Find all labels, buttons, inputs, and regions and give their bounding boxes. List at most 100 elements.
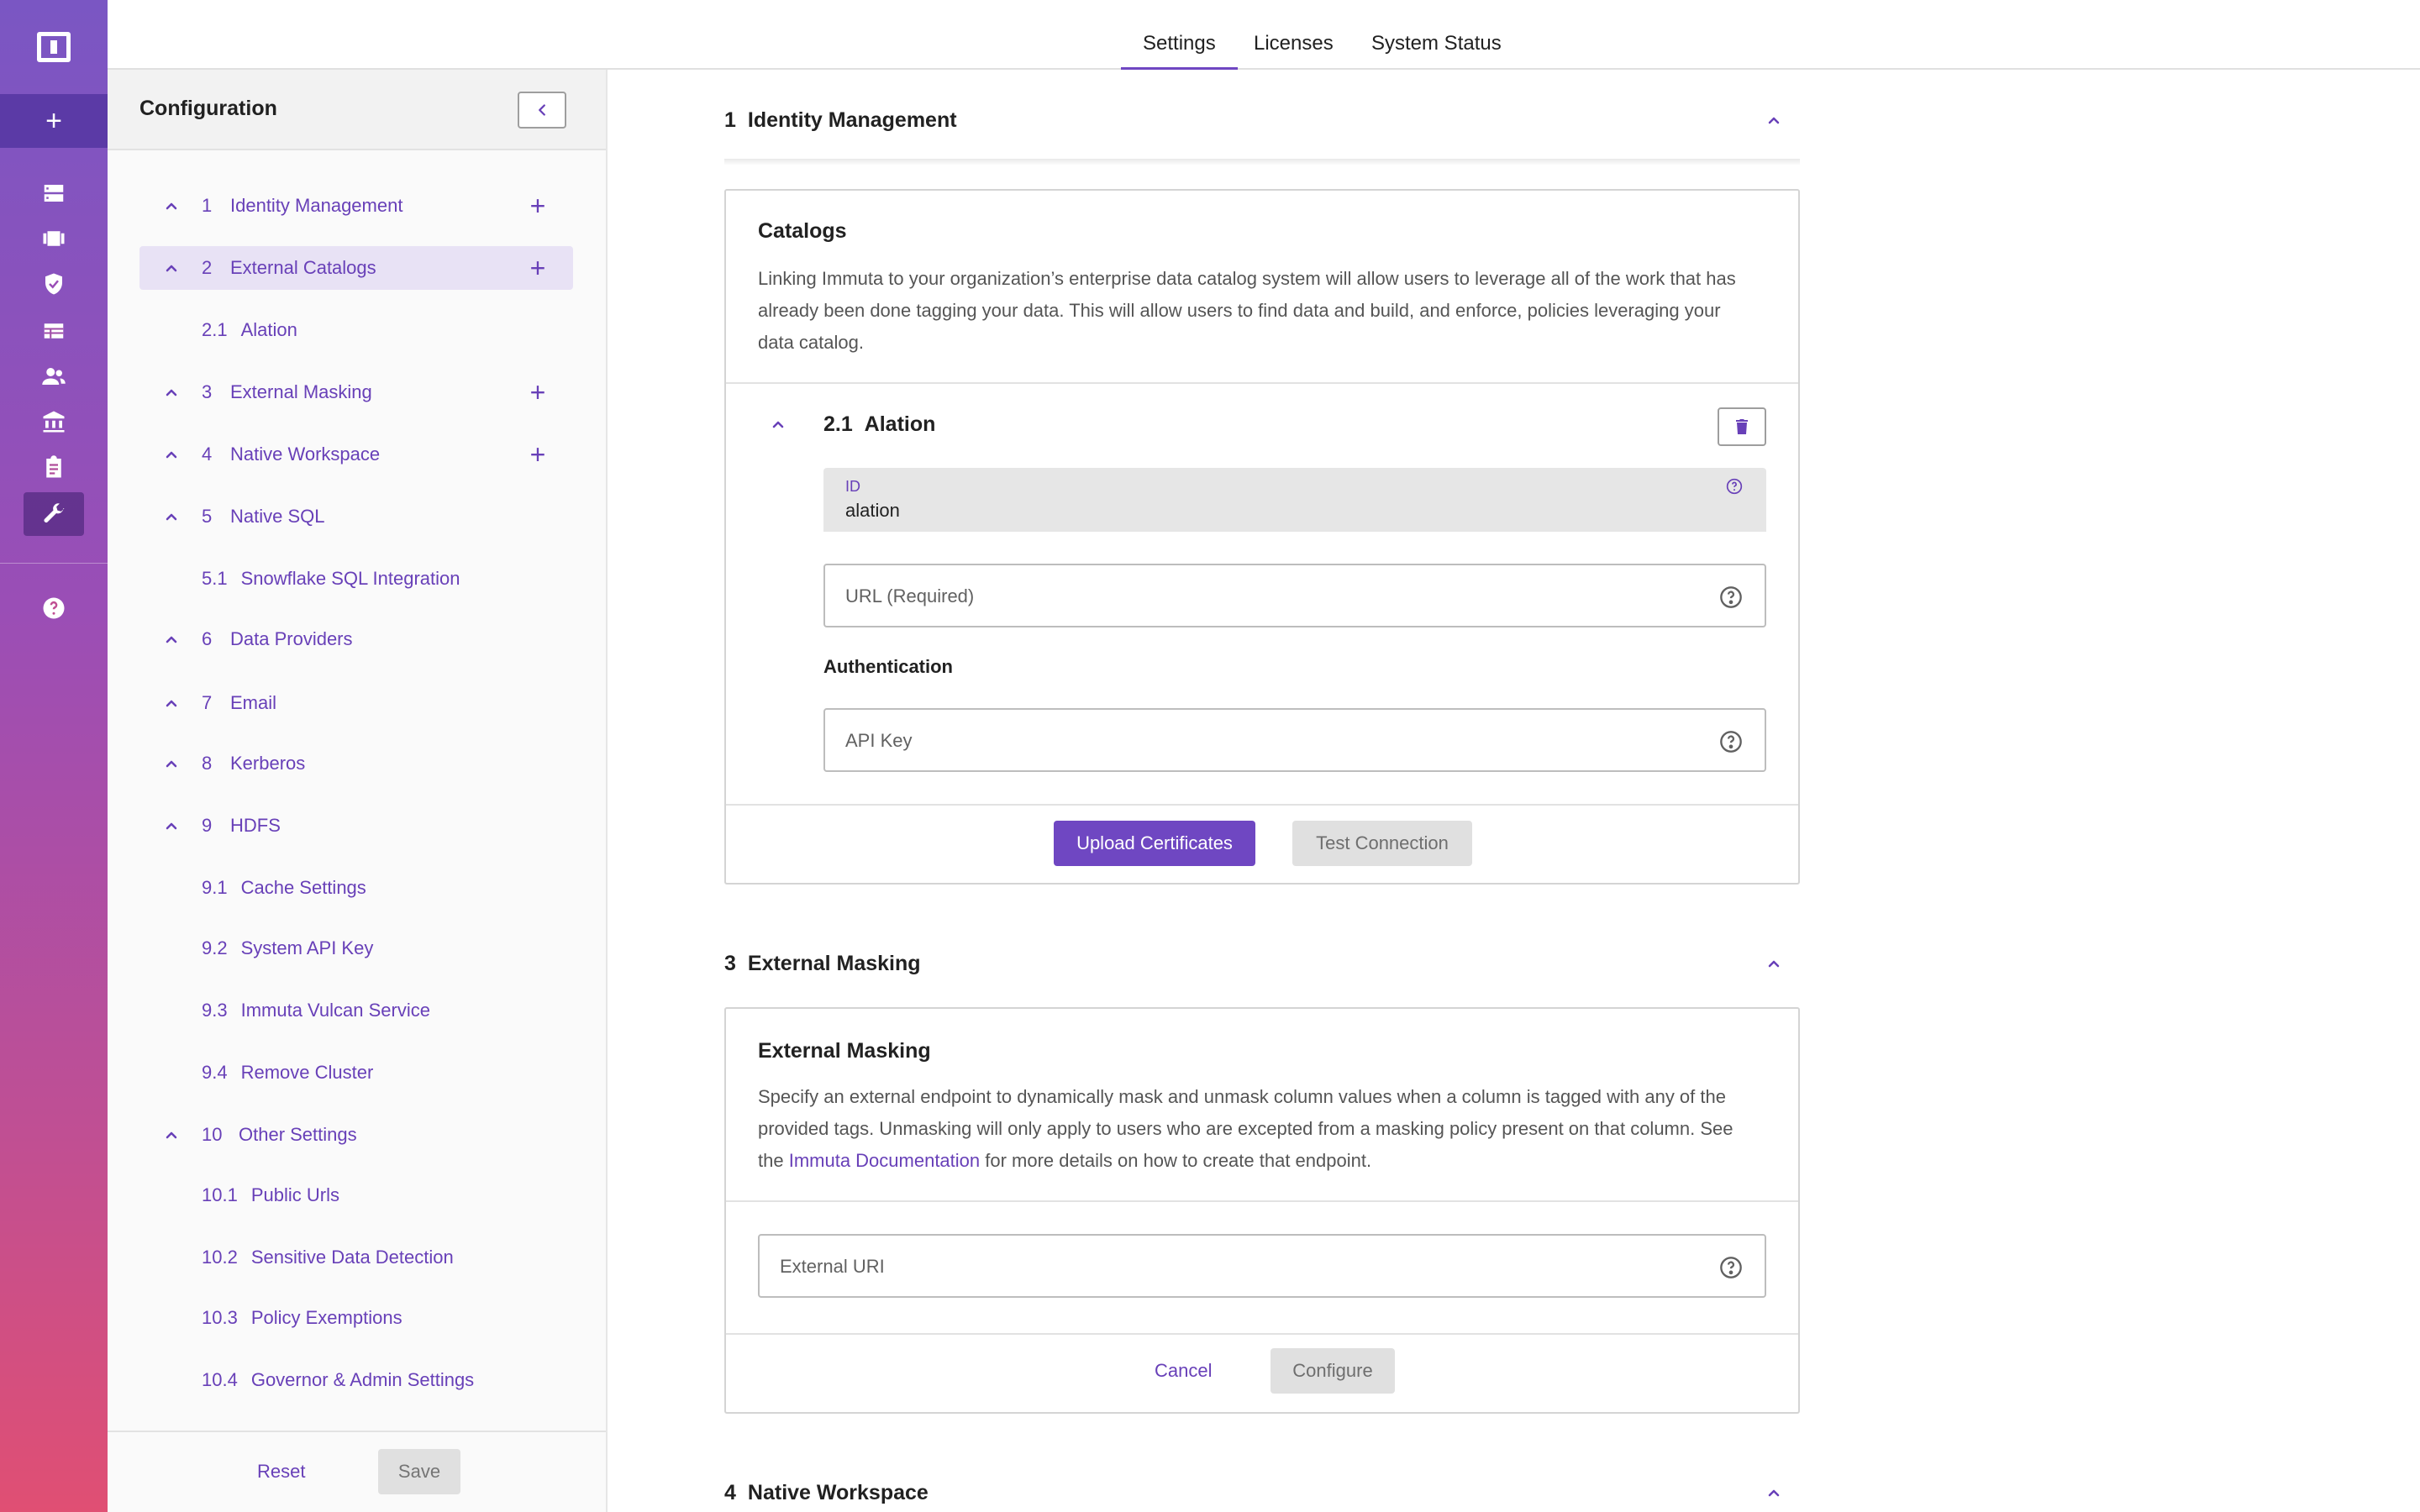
nav-item-other-settings[interactable]: 10 Other Settings — [139, 1113, 573, 1157]
servers-icon[interactable] — [37, 176, 71, 210]
nav-item-label: Email — [230, 692, 277, 713]
section-title: 1 Identity Management — [724, 108, 957, 133]
nav-subitem-cache-settings[interactable]: 9.1 Cache Settings — [202, 866, 366, 910]
nav-subitem-number: 9.4 — [202, 1062, 228, 1083]
section-identity-management-header[interactable]: 1 Identity Management — [724, 95, 1800, 145]
external-uri-field[interactable]: External URI — [758, 1234, 1766, 1298]
immuta-documentation-link[interactable]: Immuta Documentation — [789, 1150, 980, 1171]
section-native-workspace-header[interactable]: 4 Native Workspace — [724, 1467, 1800, 1512]
nav-item-email[interactable]: 7 Email — [139, 681, 573, 725]
id-field-value: alation — [845, 500, 900, 521]
section-shadow — [724, 159, 1800, 165]
audit-icon[interactable] — [37, 450, 71, 484]
collapse-panel-button[interactable] — [518, 92, 566, 129]
chevron-up-icon[interactable] — [161, 258, 182, 278]
save-button[interactable]: Save — [378, 1449, 460, 1494]
rail-divider — [0, 563, 108, 564]
add-icon[interactable]: + — [524, 377, 551, 407]
nav-subitem-number: 9.3 — [202, 1000, 228, 1021]
top-tab-bar: Settings Licenses System Status — [108, 0, 2420, 70]
api-key-field[interactable]: API Key — [823, 708, 1766, 772]
chevron-up-icon[interactable] — [1764, 1483, 1784, 1503]
nav-item-label: Data Providers — [230, 628, 353, 649]
nav-subitem-system-api-key[interactable]: 9.2 System API Key — [202, 927, 373, 970]
people-icon[interactable] — [37, 360, 71, 393]
tab-system-status[interactable]: System Status — [1371, 32, 1502, 55]
data-sources-icon[interactable] — [37, 314, 71, 348]
nav-item-identity-management[interactable]: 1 Identity Management + — [139, 184, 573, 228]
url-field[interactable]: URL (Required) — [823, 564, 1766, 627]
chevron-up-icon[interactable] — [161, 196, 182, 216]
policies-icon[interactable] — [37, 267, 71, 301]
nav-item-data-providers[interactable]: 6 Data Providers — [139, 617, 573, 661]
configure-button[interactable]: Configure — [1270, 1348, 1395, 1394]
chevron-up-icon[interactable] — [161, 507, 182, 527]
section-external-masking-header[interactable]: 3 External Masking — [724, 938, 1800, 989]
delete-button[interactable] — [1718, 407, 1766, 446]
id-field[interactable]: ID alation — [823, 468, 1766, 532]
subsection-title: 2.1 Alation — [823, 412, 935, 437]
catalogs-card: Catalogs Linking Immuta to your organiza… — [724, 189, 1800, 885]
projects-icon[interactable] — [37, 222, 71, 255]
chevron-up-icon[interactable] — [161, 1125, 182, 1145]
divider — [726, 1200, 1798, 1202]
help-circle-icon[interactable] — [1719, 1256, 1743, 1279]
nav-item-number: 5 — [202, 506, 213, 527]
card-title: External Masking — [758, 1039, 931, 1063]
add-icon[interactable]: + — [524, 191, 551, 221]
help-icon[interactable] — [37, 591, 71, 625]
nav-item-kerberos[interactable]: 8 Kerberos — [139, 742, 573, 785]
nav-item-number: 3 — [202, 381, 213, 402]
divider — [726, 382, 1798, 384]
chevron-up-icon[interactable] — [161, 753, 182, 774]
nav-item-native-sql[interactable]: 5 Native SQL — [139, 495, 573, 538]
chevron-up-icon[interactable] — [161, 816, 182, 836]
tab-licenses[interactable]: Licenses — [1254, 32, 1334, 55]
nav-subitem-alation[interactable]: 2.1 Alation — [202, 308, 297, 352]
nav-subitem-number: 9.1 — [202, 877, 228, 898]
nav-item-hdfs[interactable]: 9 HDFS — [139, 804, 573, 848]
nav-subitem-immuta-vulcan-service[interactable]: 9.3 Immuta Vulcan Service — [202, 989, 430, 1032]
chevron-up-icon[interactable] — [161, 629, 182, 649]
help-circle-icon[interactable] — [1719, 730, 1743, 753]
nav-subitem-number: 10.3 — [202, 1307, 238, 1328]
nav-subitem-policy-exemptions[interactable]: 10.3 Policy Exemptions — [202, 1296, 402, 1340]
section-title: 4 Native Workspace — [724, 1481, 929, 1505]
nav-subitem-governor-admin-settings[interactable]: 10.4 Governor & Admin Settings — [202, 1358, 474, 1402]
chevron-up-icon[interactable] — [768, 414, 788, 434]
chevron-up-icon[interactable] — [161, 444, 182, 465]
governance-icon[interactable] — [37, 405, 71, 438]
help-circle-icon[interactable] — [1726, 478, 1743, 495]
nav-subitem-number: 10.4 — [202, 1369, 238, 1390]
nav-item-external-masking[interactable]: 3 External Masking + — [139, 370, 573, 414]
nav-item-label: HDFS — [230, 815, 281, 836]
upload-certificates-button[interactable]: Upload Certificates — [1054, 821, 1255, 866]
nav-subitem-number: 9.2 — [202, 937, 228, 958]
settings-wrench-icon[interactable] — [37, 497, 71, 531]
nav-subitem-remove-cluster[interactable]: 9.4 Remove Cluster — [202, 1051, 373, 1095]
reset-button[interactable]: Reset — [257, 1461, 305, 1483]
nav-item-external-catalogs[interactable]: 2 External Catalogs + — [139, 246, 573, 290]
cancel-button[interactable]: Cancel — [1155, 1360, 1212, 1382]
nav-item-number: 4 — [202, 444, 213, 465]
add-icon[interactable]: + — [0, 94, 108, 148]
nav-subitem-snowflake-sql-integration[interactable]: 5.1 Snowflake SQL Integration — [202, 557, 460, 601]
chevron-up-icon[interactable] — [1764, 110, 1784, 130]
nav-subitem-sensitive-data-detection[interactable]: 10.2 Sensitive Data Detection — [202, 1236, 454, 1279]
nav-item-label: Native Workspace — [230, 444, 381, 465]
logo-icon[interactable] — [37, 32, 71, 62]
add-icon[interactable]: + — [524, 439, 551, 470]
chevron-up-icon[interactable] — [161, 693, 182, 713]
api-key-field-placeholder: API Key — [845, 730, 913, 751]
nav-subitem-public-urls[interactable]: 10.1 Public Urls — [202, 1173, 339, 1217]
chevron-up-icon[interactable] — [161, 382, 182, 402]
help-circle-icon[interactable] — [1719, 585, 1743, 609]
add-icon[interactable]: + — [524, 253, 551, 283]
nav-item-label: External Masking — [230, 381, 372, 402]
subsection-number: 2.1 — [823, 412, 853, 436]
tab-settings[interactable]: Settings — [1121, 32, 1238, 70]
chevron-up-icon[interactable] — [1764, 953, 1784, 974]
external-uri-field-placeholder: External URI — [780, 1256, 885, 1277]
test-connection-button[interactable]: Test Connection — [1292, 821, 1472, 866]
nav-item-native-workspace[interactable]: 4 Native Workspace + — [139, 433, 573, 476]
